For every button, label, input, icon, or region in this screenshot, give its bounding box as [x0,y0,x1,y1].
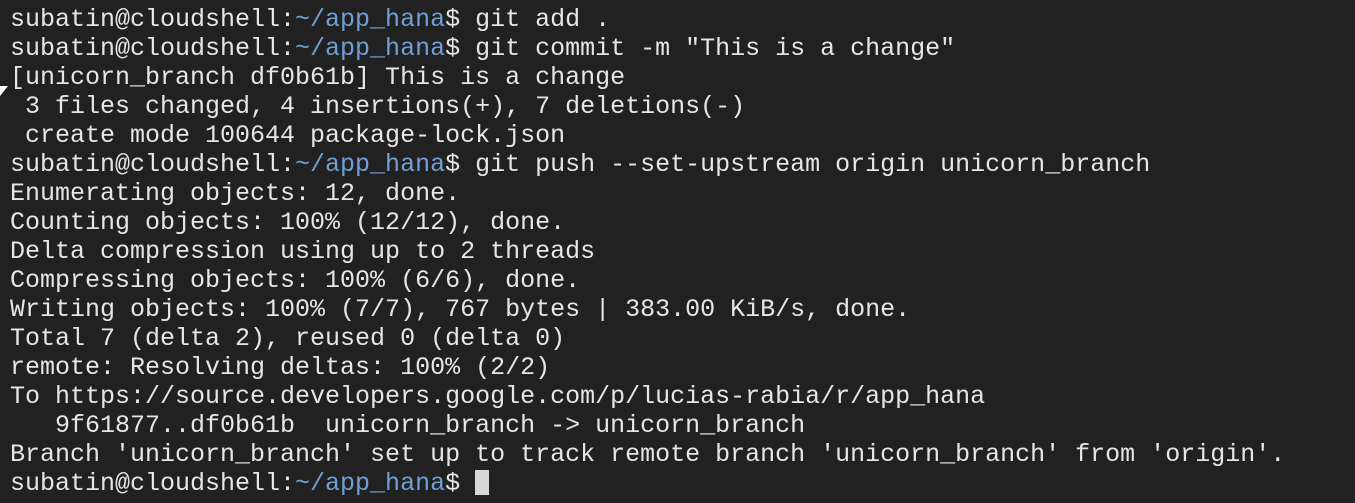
output-line: Total 7 (delta 2), reused 0 (delta 0) [10,324,566,353]
prompt-user-host: subatin@cloudshell: [10,150,296,179]
command-text: git push --set-upstream origin unicorn_b… [460,150,1151,179]
output-line: Compressing objects: 100% (6/6), done. [10,266,581,295]
terminal-output[interactable]: subatin@cloudshell:~/app_hana$ git add .… [10,5,1285,498]
prompt-line: subatin@cloudshell:~/app_hana$ git push … [10,150,1285,179]
prompt-path: ~/app_hana [295,469,446,498]
prompt-symbol: $ [445,150,461,179]
prompt-user-host: subatin@cloudshell: [10,5,296,34]
output-line: To https://source.developers.google.com/… [10,382,986,411]
prompt-symbol: $ [445,34,461,63]
output-line: 3 files changed, 4 insertions(+), 7 dele… [10,92,746,121]
output-line: Delta compression using up to 2 threads [10,237,596,266]
output-line: Enumerating objects: 12, done. [10,179,461,208]
prompt-user-host: subatin@cloudshell: [10,469,296,498]
prompt-path: ~/app_hana [295,150,446,179]
prompt-symbol: $ [445,5,461,34]
mouse-pointer-icon [0,86,8,96]
active-prompt-line[interactable]: subatin@cloudshell:~/app_hana$ [10,469,1285,498]
output-line: 9f61877..df0b61b unicorn_branch -> unico… [10,411,806,440]
prompt-path: ~/app_hana [295,5,446,34]
command-text: git add . [460,5,611,34]
output-line: Counting objects: 100% (12/12), done. [10,208,566,237]
output-line: [unicorn_branch df0b61b] This is a chang… [10,63,626,92]
prompt-user-host: subatin@cloudshell: [10,34,296,63]
prompt-line: subatin@cloudshell:~/app_hana$ git add . [10,5,1285,34]
output-line: Writing objects: 100% (7/7), 767 bytes |… [10,295,911,324]
prompt-path: ~/app_hana [295,34,446,63]
output-line: remote: Resolving deltas: 100% (2/2) [10,353,551,382]
prompt-line: subatin@cloudshell:~/app_hana$ git commi… [10,34,1285,63]
text-cursor [475,470,490,495]
command-text: git commit -m "This is a change" [460,34,956,63]
prompt-symbol: $ [445,469,461,498]
output-line: Branch 'unicorn_branch' set up to track … [10,440,1286,469]
output-line: create mode 100644 package-lock.json [10,121,566,150]
